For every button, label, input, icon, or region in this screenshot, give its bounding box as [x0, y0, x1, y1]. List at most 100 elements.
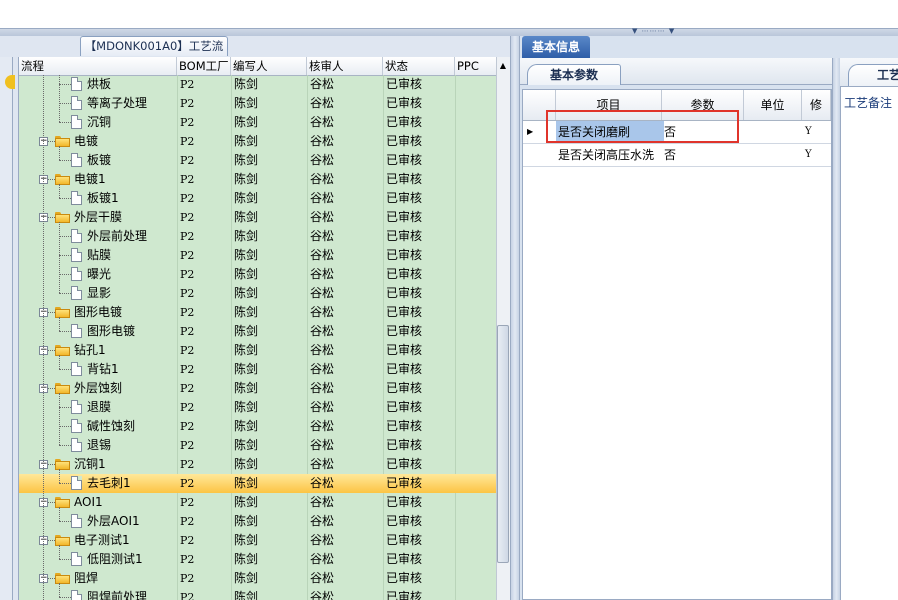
process-name: 板镀1 — [87, 191, 119, 205]
table-row[interactable]: 显影 P2 陈剑 谷松 已审核 — [19, 284, 497, 303]
status-cell: 已审核 — [386, 457, 423, 471]
writer-cell: 陈剑 — [234, 286, 259, 300]
param-modify-cell[interactable]: Y — [805, 144, 812, 166]
bom-factory-cell: P2 — [180, 325, 195, 338]
process-tree-grid[interactable]: 流程 BOM工厂 编写人 核审人 状态 PPC 烘板 P2 陈剑 谷松 已审核 等离子处理… — [18, 57, 497, 600]
writer-cell: 陈剑 — [234, 438, 259, 452]
table-row[interactable]: 去毛刺1 P2 陈剑 谷松 已审核 — [19, 474, 497, 493]
param-modify-cell[interactable]: Y — [805, 121, 812, 143]
bom-factory-cell: P2 — [180, 268, 195, 281]
top-splitter-grip-icon[interactable]: ▼ ⋯⋯⋯ ▼ — [632, 28, 694, 35]
status-cell: 已审核 — [386, 248, 423, 262]
process-name: 阻焊 — [74, 571, 99, 585]
document-icon — [71, 419, 82, 433]
main-splitter[interactable] — [510, 36, 520, 600]
col-header-reviewer[interactable]: 核审人 — [307, 57, 383, 75]
writer-cell: 陈剑 — [234, 324, 259, 338]
table-row[interactable]: − 阻焊 P2 陈剑 谷松 已审核 — [19, 569, 497, 588]
tab-process-remark[interactable]: 工艺 — [848, 64, 898, 86]
process-name: 退膜 — [87, 400, 112, 414]
table-row[interactable]: 板镀1 P2 陈剑 谷松 已审核 — [19, 189, 497, 208]
table-row[interactable]: − 钻孔1 P2 陈剑 谷松 已审核 — [19, 341, 497, 360]
bom-factory-cell: P2 — [180, 344, 195, 357]
bom-factory-cell: P2 — [180, 496, 195, 509]
process-tab-title[interactable]: 【MDONK001A0】工艺流程 — [80, 36, 228, 72]
table-row[interactable]: − 电镀 P2 陈剑 谷松 已审核 — [19, 132, 497, 151]
reviewer-cell: 谷松 — [310, 77, 335, 91]
table-row[interactable]: − 电子测试1 P2 陈剑 谷松 已审核 — [19, 531, 497, 550]
collapsed-side-panel[interactable] — [0, 57, 13, 600]
col-header-status[interactable]: 状态 — [383, 57, 455, 75]
table-row[interactable]: 退膜 P2 陈剑 谷松 已审核 — [19, 398, 497, 417]
table-row[interactable]: − AOI1 P2 陈剑 谷松 已审核 — [19, 493, 497, 512]
tree-connector — [59, 293, 71, 294]
document-icon — [71, 153, 82, 167]
param-item-cell[interactable]: 是否关闭高压水洗 — [556, 144, 664, 166]
table-row[interactable]: 沉铜 P2 陈剑 谷松 已审核 — [19, 113, 497, 132]
col-header-unit[interactable]: 单位 — [744, 90, 802, 120]
table-row[interactable]: 板镀 P2 陈剑 谷松 已审核 — [19, 151, 497, 170]
document-icon — [71, 96, 82, 110]
table-row[interactable]: 等离子处理 P2 陈剑 谷松 已审核 — [19, 94, 497, 113]
bom-factory-cell: P2 — [180, 572, 195, 585]
table-row[interactable]: − 外层干膜 P2 陈剑 谷松 已审核 — [19, 208, 497, 227]
grid-header: 流程 BOM工厂 编写人 核审人 状态 PPC — [19, 57, 497, 76]
table-row[interactable]: − 电镀1 P2 陈剑 谷松 已审核 — [19, 170, 497, 189]
table-row[interactable]: 退锡 P2 陈剑 谷松 已审核 — [19, 436, 497, 455]
tree-connector — [59, 407, 71, 408]
remark-label: 工艺备注 — [844, 96, 893, 110]
document-icon — [71, 476, 82, 490]
tree-branch-line — [59, 583, 60, 597]
tab-basic-info[interactable]: 基本信息 — [522, 36, 590, 58]
folder-icon — [55, 535, 70, 546]
process-name: 电镀 — [74, 134, 99, 148]
scrollbar-thumb[interactable] — [497, 325, 509, 563]
writer-cell: 陈剑 — [234, 115, 259, 129]
status-cell: 已审核 — [386, 115, 423, 129]
process-name: 电子测试1 — [74, 533, 130, 547]
bom-factory-cell: P2 — [180, 154, 195, 167]
col-header-bom[interactable]: BOM工厂 — [177, 57, 231, 75]
process-name: 碱性蚀刻 — [87, 419, 136, 433]
reviewer-cell: 谷松 — [310, 495, 335, 509]
table-row[interactable]: 外层AOI1 P2 陈剑 谷松 已审核 — [19, 512, 497, 531]
param-row[interactable]: 是否关闭高压水洗否 Y — [523, 144, 831, 167]
scroll-up-arrow-icon[interactable]: ▲ — [497, 60, 509, 72]
table-row[interactable]: 烘板 P2 陈剑 谷松 已审核 — [19, 75, 497, 94]
tree-connector — [59, 521, 71, 522]
process-name: 外层干膜 — [74, 210, 123, 224]
status-cell: 已审核 — [386, 96, 423, 110]
tab-basic-params[interactable]: 基本参数 — [527, 64, 621, 85]
table-row[interactable]: − 图形电镀 P2 陈剑 谷松 已审核 — [19, 303, 497, 322]
table-row[interactable]: 曝光 P2 陈剑 谷松 已审核 — [19, 265, 497, 284]
col-header-ppc[interactable]: PPC — [455, 57, 497, 75]
reviewer-cell: 谷松 — [310, 191, 335, 205]
tree-connector — [59, 236, 71, 237]
table-row[interactable]: 图形电镀 P2 陈剑 谷松 已审核 — [19, 322, 497, 341]
col-header-modify[interactable]: 修 — [802, 90, 831, 120]
writer-cell: 陈剑 — [234, 248, 259, 262]
process-name: 图形电镀 — [74, 305, 123, 319]
param-value-cell[interactable]: 否 — [664, 144, 676, 166]
col-header-process[interactable]: 流程 — [19, 57, 177, 75]
writer-cell: 陈剑 — [234, 400, 259, 414]
bom-factory-cell: P2 — [180, 420, 195, 433]
table-row[interactable]: − 外层蚀刻 P2 陈剑 谷松 已审核 — [19, 379, 497, 398]
tree-connector — [59, 122, 71, 123]
side-panel-handle-icon[interactable] — [5, 75, 15, 89]
right-splitter[interactable] — [832, 58, 840, 600]
table-row[interactable]: 背钻1 P2 陈剑 谷松 已审核 — [19, 360, 497, 379]
table-row[interactable]: 低阻测试1 P2 陈剑 谷松 已审核 — [19, 550, 497, 569]
process-name: 外层蚀刻 — [74, 381, 123, 395]
process-name: 图形电镀 — [87, 324, 136, 338]
reviewer-cell: 谷松 — [310, 571, 335, 585]
table-row[interactable]: 碱性蚀刻 P2 陈剑 谷松 已审核 — [19, 417, 497, 436]
bom-factory-cell: P2 — [180, 382, 195, 395]
bom-factory-cell: P2 — [180, 78, 195, 91]
status-cell: 已审核 — [386, 552, 423, 566]
col-header-writer[interactable]: 编写人 — [231, 57, 307, 75]
table-row[interactable]: − 沉铜1 P2 陈剑 谷松 已审核 — [19, 455, 497, 474]
table-row[interactable]: 贴膜 P2 陈剑 谷松 已审核 — [19, 246, 497, 265]
table-row[interactable]: 外层前处理 P2 陈剑 谷松 已审核 — [19, 227, 497, 246]
table-row[interactable]: 阻焊前处理 P2 陈剑 谷松 已审核 — [19, 588, 497, 600]
